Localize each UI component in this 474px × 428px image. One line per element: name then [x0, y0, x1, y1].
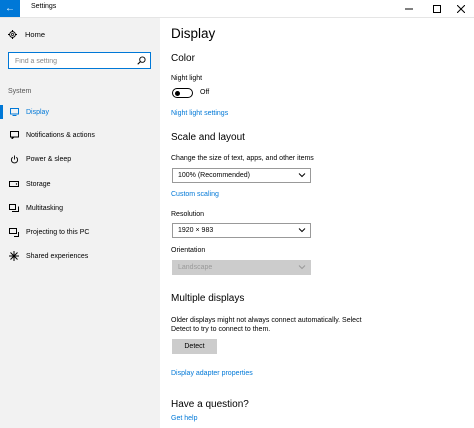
display-adapter-properties-link[interactable]: Display adapter properties — [171, 370, 253, 377]
scale-layout-heading: Scale and layout — [171, 132, 245, 143]
scale-label: Change the size of text, apps, and other… — [171, 155, 314, 162]
question-heading: Have a question? — [171, 399, 249, 410]
storage-icon — [8, 181, 20, 187]
custom-scaling-link[interactable]: Custom scaling — [171, 191, 219, 198]
sidebar: Home System Display Notifications & acti… — [0, 18, 160, 428]
notification-icon — [8, 131, 20, 139]
resolution-label: Resolution — [171, 211, 205, 218]
sidebar-item-label: Storage — [26, 180, 51, 188]
home-label: Home — [25, 30, 46, 39]
minimize-button[interactable] — [396, 0, 422, 17]
sidebar-item-label: Power & sleep — [26, 155, 72, 163]
gear-icon — [8, 30, 17, 39]
get-help-link[interactable]: Get help — [171, 415, 197, 422]
power-icon — [8, 154, 20, 164]
night-light-settings-link[interactable]: Night light settings — [171, 110, 228, 117]
page-title: Display — [171, 26, 216, 41]
search-box[interactable] — [8, 52, 151, 69]
back-arrow-icon: ← — [5, 3, 15, 14]
main-content: Display Color Night light Off Night ligh… — [160, 18, 474, 428]
section-label-system: System — [8, 88, 32, 95]
maximize-icon — [433, 4, 441, 13]
resolution-dropdown[interactable]: 1920 × 983 — [172, 223, 311, 238]
night-light-label: Night light — [171, 75, 203, 82]
maximize-button[interactable] — [424, 0, 450, 17]
projecting-icon — [8, 227, 20, 237]
toggle-knob — [175, 90, 180, 96]
close-icon — [457, 4, 465, 13]
sidebar-item-label: Notifications & actions — [26, 131, 95, 139]
sidebar-item-display[interactable]: Display — [0, 101, 160, 123]
scale-dropdown[interactable]: 100% (Recommended) — [172, 168, 311, 183]
search-input[interactable] — [15, 55, 133, 67]
sidebar-item-notifications[interactable]: Notifications & actions — [0, 124, 160, 146]
chevron-down-icon — [298, 228, 306, 233]
scale-value: 100% (Recommended) — [178, 172, 250, 179]
orientation-label: Orientation — [171, 247, 206, 254]
sidebar-item-label: Display — [26, 108, 49, 116]
orientation-dropdown[interactable]: Landscape — [172, 260, 311, 275]
home-link[interactable]: Home — [8, 30, 45, 39]
sidebar-item-storage[interactable]: Storage — [0, 173, 160, 195]
orientation-value: Landscape — [178, 264, 213, 271]
minimize-icon — [405, 8, 413, 9]
multiple-displays-heading: Multiple displays — [171, 293, 245, 304]
sidebar-item-projecting[interactable]: Projecting to this PC — [0, 221, 160, 243]
sidebar-item-multitasking[interactable]: Multitasking — [0, 197, 160, 219]
detect-button[interactable]: Detect — [172, 339, 217, 354]
color-heading: Color — [171, 53, 195, 64]
night-light-state: Off — [200, 89, 210, 96]
back-button[interactable]: ← — [0, 0, 20, 17]
resolution-value: 1920 × 983 — [178, 227, 214, 234]
close-button[interactable] — [448, 0, 474, 17]
window-title: Settings — [31, 3, 57, 10]
search-icon — [137, 56, 146, 65]
night-light-toggle[interactable] — [172, 88, 193, 98]
title-bar: ← Settings — [0, 0, 474, 18]
sidebar-item-shared-experiences[interactable]: Shared experiences — [0, 245, 160, 267]
shared-icon — [8, 251, 20, 261]
multitasking-icon — [8, 204, 20, 212]
sidebar-item-label: Shared experiences — [26, 252, 89, 260]
sidebar-item-label: Multitasking — [26, 204, 63, 212]
chevron-down-icon — [298, 265, 306, 270]
multiple-displays-description: Older displays might not always connect … — [171, 317, 362, 333]
monitor-icon — [8, 108, 20, 116]
sidebar-item-label: Projecting to this PC — [26, 228, 90, 236]
sidebar-item-power[interactable]: Power & sleep — [0, 148, 160, 170]
chevron-down-icon — [298, 173, 306, 178]
